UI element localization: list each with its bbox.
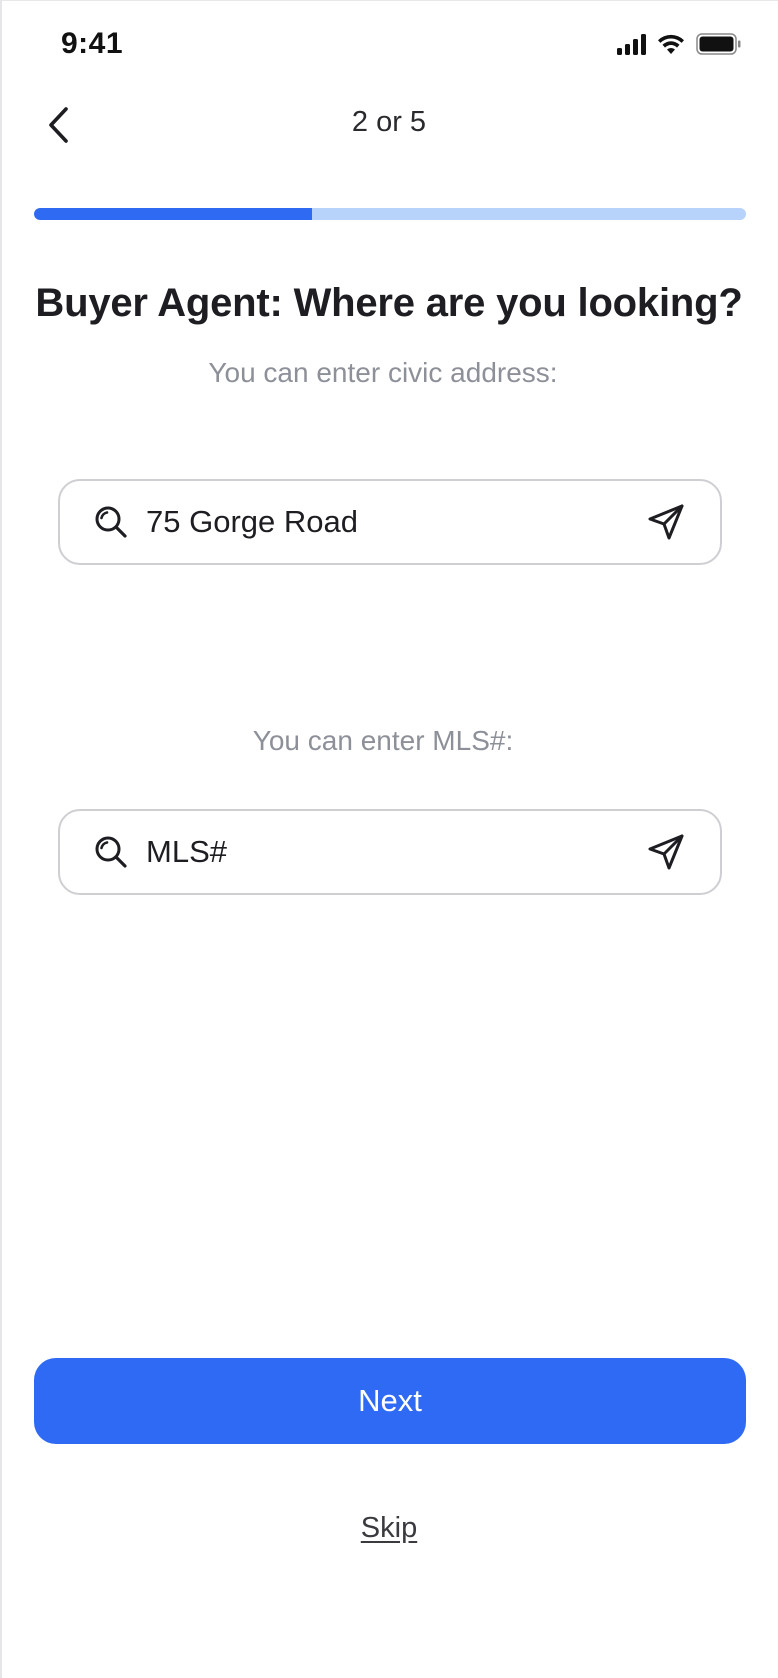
- status-time: 9:41: [61, 27, 124, 60]
- frame-top-border: [0, 0, 778, 1]
- wifi-icon: [658, 34, 684, 54]
- skip-link[interactable]: Skip: [0, 1512, 778, 1545]
- search-icon: [95, 506, 127, 538]
- step-indicator: 2 or 5: [351, 106, 427, 138]
- next-button[interactable]: Next: [34, 1358, 746, 1444]
- cellular-signal-icon: [617, 33, 646, 55]
- status-icons: [617, 32, 742, 56]
- mls-hint: You can enter MLS#:: [252, 725, 514, 756]
- send-icon: [648, 834, 684, 870]
- mls-send-button[interactable]: [644, 830, 688, 874]
- battery-icon: [696, 33, 741, 55]
- mls-search-field[interactable]: [58, 809, 722, 895]
- search-icon: [95, 836, 127, 868]
- progress-bar: [34, 208, 746, 220]
- civic-address-input[interactable]: [146, 492, 644, 552]
- civic-address-send-button[interactable]: [644, 500, 688, 544]
- mls-input[interactable]: [146, 822, 644, 882]
- send-icon: [648, 504, 684, 540]
- civic-address-search-field[interactable]: [58, 479, 722, 565]
- civic-address-hint: You can enter civic address:: [208, 357, 558, 388]
- page-title: Buyer Agent: Where are you looking?: [35, 281, 743, 325]
- frame-left-border: [0, 0, 2, 1678]
- progress-bar-fill: [34, 208, 312, 220]
